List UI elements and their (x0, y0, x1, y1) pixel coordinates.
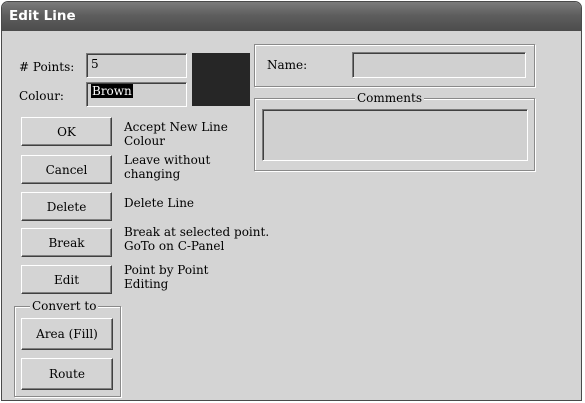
delete-description: Delete Line (124, 196, 194, 210)
window-title: Edit Line (9, 8, 76, 24)
cancel-desc-line1: Leave without (124, 153, 211, 167)
edit-button[interactable]: Edit (21, 265, 112, 294)
area-fill-button-label: Area (Fill) (36, 327, 98, 341)
ok-button-label: OK (57, 124, 76, 139)
area-fill-button[interactable]: Area (Fill) (21, 318, 113, 350)
ok-desc-line1: Accept New Line (124, 120, 228, 134)
colour-value: Brown (91, 84, 133, 98)
edit-desc-line1: Point by Point (124, 263, 209, 277)
break-description: Break at selected point. GoTo on C-Panel (124, 225, 269, 253)
name-label: Name: (267, 58, 308, 72)
name-field[interactable] (352, 52, 526, 78)
comments-field[interactable] (262, 109, 528, 161)
break-button[interactable]: Break (21, 228, 112, 257)
cancel-desc-line2: changing (124, 167, 181, 181)
edit-description: Point by Point Editing (124, 263, 209, 291)
name-group: Name: (254, 44, 535, 87)
cancel-description: Leave without changing (124, 153, 210, 181)
break-desc-line2: GoTo on C-Panel (124, 239, 225, 253)
break-desc-line1: Break at selected point. (124, 225, 270, 239)
break-button-label: Break (48, 235, 85, 250)
cancel-button-label: Cancel (45, 162, 88, 177)
ok-description: Accept New Line Colour (124, 120, 228, 148)
delete-button-label: Delete (46, 199, 87, 214)
convert-label: Convert to (30, 299, 99, 313)
ok-button[interactable]: OK (21, 117, 112, 146)
colour-field[interactable]: Brown (86, 82, 187, 107)
points-field[interactable]: 5 (86, 53, 187, 78)
points-label: # Points: (19, 60, 75, 74)
edit-button-label: Edit (53, 272, 80, 287)
cancel-button[interactable]: Cancel (21, 155, 112, 184)
ok-desc-line2: Colour (124, 134, 165, 148)
comments-label: Comments (355, 91, 424, 105)
comments-group: Comments (254, 91, 535, 171)
delete-button[interactable]: Delete (21, 192, 112, 221)
title-bar[interactable]: Edit Line (2, 2, 581, 31)
colour-swatch[interactable] (192, 53, 250, 106)
edit-line-dialog: Edit Line # Points: 5 Colour: Brown Name… (1, 1, 582, 401)
convert-group: Convert to Area (Fill) Route (14, 299, 121, 397)
route-button-label: Route (49, 367, 85, 381)
colour-label: Colour: (19, 89, 64, 103)
points-value: 5 (91, 57, 99, 71)
edit-desc-line2: Editing (124, 277, 169, 291)
delete-desc-line1: Delete Line (124, 196, 195, 210)
route-button[interactable]: Route (21, 358, 113, 390)
